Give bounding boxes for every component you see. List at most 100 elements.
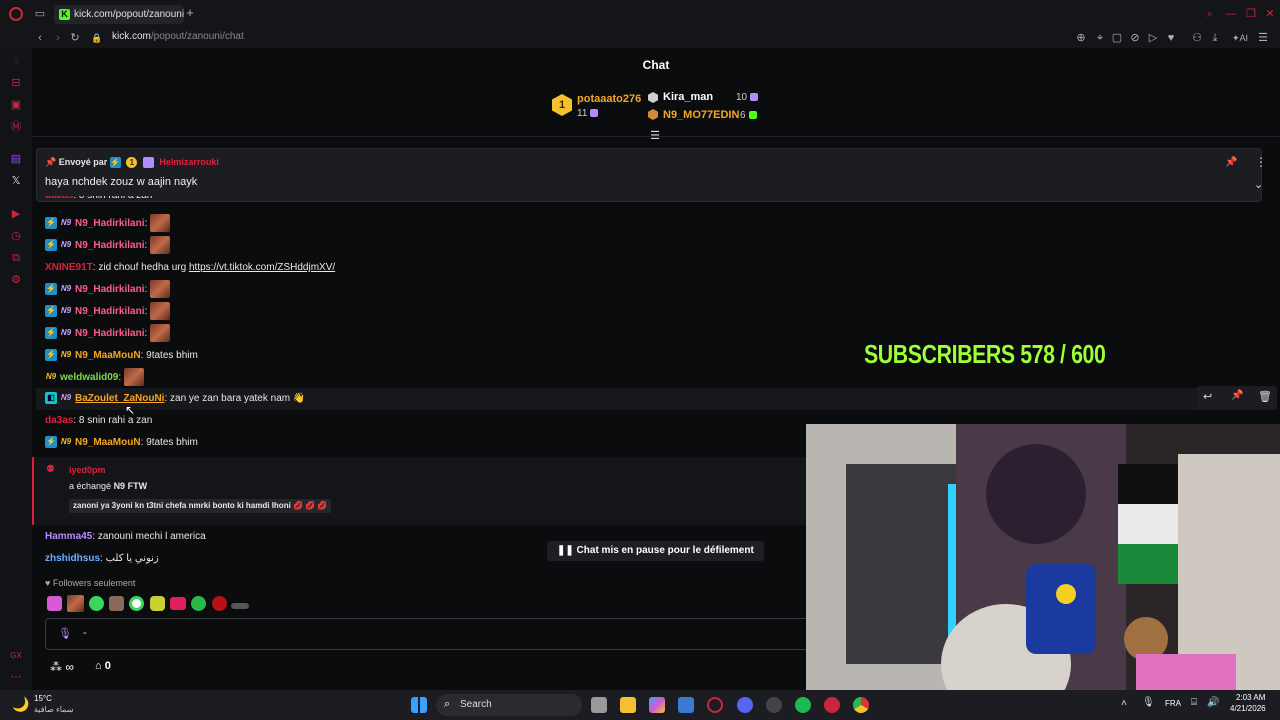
chat-input[interactable]: 🎙 - xyxy=(45,618,815,650)
play-icon[interactable]: ▷ xyxy=(1147,31,1159,45)
opera-icon[interactable] xyxy=(824,697,840,713)
leaderboard-third-name[interactable]: N9_MO77EDIN xyxy=(663,109,739,121)
store-button[interactable]: ⌂ 0 xyxy=(95,660,111,672)
chat-message[interactable]: ⚡ N9 N9_Hadirkilani: xyxy=(45,280,171,300)
username[interactable]: da3as xyxy=(45,415,73,426)
adblock-icon[interactable]: ⊘ xyxy=(1129,31,1141,45)
tab-overview-icon[interactable]: ▭ xyxy=(33,7,47,21)
aria-icon[interactable]: ◌ xyxy=(9,54,23,68)
maximize-button[interactable]: ❐ xyxy=(1244,7,1258,21)
more-icon[interactable]: ⋯ xyxy=(9,670,23,684)
steam-icon[interactable] xyxy=(766,697,782,713)
discord-icon[interactable] xyxy=(737,697,753,713)
leaderboard-second-name[interactable]: Kira_man xyxy=(663,91,713,103)
username[interactable]: weldwalid09 xyxy=(60,372,118,383)
chrome-icon[interactable] xyxy=(853,697,869,713)
search-tabs-icon[interactable]: ⌕ xyxy=(1203,7,1217,21)
username[interactable]: N9_Hadirkilani xyxy=(75,284,144,295)
mail-icon[interactable]: Ⓜ xyxy=(9,120,23,134)
emote-icon[interactable] xyxy=(150,596,165,611)
twitch-icon[interactable]: ▤ xyxy=(9,152,23,166)
back-icon[interactable]: ‹ xyxy=(34,31,46,45)
gx-icon[interactable]: GX xyxy=(9,649,23,663)
chat-message[interactable]: ⚡ N9 N9_MaaMouN: 9tates bhim xyxy=(45,433,198,453)
chat-message[interactable]: zhshidhsus: زنوني يا كلب xyxy=(45,549,159,569)
reply-icon[interactable]: ↩ xyxy=(1203,390,1212,403)
x-icon[interactable]: 𝕏 xyxy=(9,174,23,188)
minimize-button[interactable]: — xyxy=(1224,7,1238,21)
wallet-icon[interactable]: ⊟ xyxy=(9,76,23,90)
volume-icon[interactable]: 🔊 xyxy=(1207,697,1219,708)
username[interactable]: N9_Hadirkilani xyxy=(75,306,144,317)
emote-icon[interactable] xyxy=(109,596,124,611)
zoom-icon[interactable]: ⊕ xyxy=(1075,31,1087,45)
username[interactable]: N9_MaaMouN xyxy=(75,437,141,448)
spotify-icon[interactable] xyxy=(795,697,811,713)
username[interactable]: XNINE91T xyxy=(45,262,93,273)
opera-gx-icon[interactable] xyxy=(707,697,723,713)
username[interactable]: N9_Hadirkilani xyxy=(75,328,144,339)
chat-paused-button[interactable]: ❚❚ Chat mis en pause pour le défilement xyxy=(547,541,764,561)
pin-message-icon[interactable]: 📌 xyxy=(1231,390,1243,401)
tray-chevron-icon[interactable]: ˄ xyxy=(1121,698,1127,709)
emote-icon[interactable] xyxy=(170,597,186,610)
username[interactable]: BaZoulet_ZaNouNi xyxy=(75,393,164,404)
leaderboard-first-name[interactable]: potaaato276 xyxy=(577,93,641,105)
taskbar-search[interactable]: ⌕ Search xyxy=(436,694,582,716)
chat-message[interactable]: ◧ N9 BaZoulet_ZaNouNi: zan ye zan bara yat… xyxy=(45,389,305,409)
username[interactable]: N9_MaaMouN xyxy=(75,350,141,361)
reload-icon[interactable]: ↻ xyxy=(69,31,81,45)
pinned-sender[interactable]: Helmizarrouki xyxy=(159,157,219,167)
chat-message[interactable]: ⚡ N9 N9_Hadirkilani: xyxy=(45,302,171,322)
player-icon[interactable]: ▶ xyxy=(9,207,23,221)
username[interactable]: N9_Hadirkilani xyxy=(75,218,144,229)
clock-time[interactable]: 2:03 AM xyxy=(1236,693,1265,702)
emote-icon[interactable] xyxy=(212,596,227,611)
chevron-down-icon[interactable]: ⌄ xyxy=(1254,178,1263,191)
menu-icon[interactable]: ☰ xyxy=(1257,31,1269,45)
clock-date[interactable]: 4/21/2026 xyxy=(1230,704,1266,713)
snapshot-icon[interactable]: ▢ xyxy=(1111,31,1123,45)
opera-logo-icon[interactable] xyxy=(9,7,23,21)
heart-icon[interactable]: ♥ xyxy=(1165,31,1177,45)
username[interactable]: Hamma45 xyxy=(45,531,92,542)
pinned-message[interactable]: 📌 Envoyé par ⚡ 1 Helmizarrouki haya nchd… xyxy=(36,148,1267,202)
weather-widget[interactable]: 🌙 15°C سماء صافية xyxy=(12,693,92,717)
emote-icon[interactable] xyxy=(47,596,62,611)
extensions-icon[interactable]: ⧉ xyxy=(9,251,23,265)
microphone-icon[interactable]: 🎙 xyxy=(58,627,72,640)
pin-icon[interactable]: ⌖ xyxy=(1094,31,1106,45)
redeem-user[interactable]: iyed0pm xyxy=(69,465,106,475)
chat-message[interactable]: N9 weldwalid09: xyxy=(45,368,144,388)
profile-icon[interactable]: ⚇ xyxy=(1191,31,1203,45)
language-indicator[interactable]: FRA xyxy=(1165,699,1181,708)
emote-icon[interactable] xyxy=(129,596,144,611)
copilot-icon[interactable] xyxy=(649,697,665,713)
chat-message[interactable]: ⚡ N9 N9_Hadirkilani: xyxy=(45,236,171,256)
chat-message[interactable]: da3as: 8 snin rahi a zan xyxy=(45,411,152,431)
windows-start-icon[interactable] xyxy=(411,697,427,713)
forward-icon[interactable]: › xyxy=(52,31,64,45)
ai-button[interactable]: ✦AI xyxy=(1228,31,1252,45)
chat-message[interactable]: ⚡ N9 N9_Hadirkilani: xyxy=(45,324,171,344)
reward-redemption[interactable]: ⚉ iyed0pm a échangé N9 FTW zanoni ya 3yo… xyxy=(32,457,832,525)
chat-message[interactable]: XNINE91T: zid chouf hedha urg https://vt… xyxy=(45,258,335,278)
close-window-button[interactable]: ✕ xyxy=(1263,7,1277,21)
emote-icon[interactable] xyxy=(191,596,206,611)
store-icon[interactable] xyxy=(678,697,694,713)
mic-tray-icon[interactable]: 🎙 xyxy=(1142,697,1155,708)
file-explorer-icon[interactable] xyxy=(620,697,636,713)
history-icon[interactable]: ◷ xyxy=(9,229,23,243)
messenger-icon[interactable]: ▣ xyxy=(9,98,23,112)
emote-icon[interactable] xyxy=(231,603,249,609)
username[interactable]: zhshidhsus xyxy=(45,553,100,564)
message-link[interactable]: https://vt.tiktok.com/ZSHddjmXV/ xyxy=(189,262,335,273)
url-field[interactable]: kick.com/popout/zanouni/chat xyxy=(112,30,244,44)
chat-message[interactable]: Hamma45: zanouni mechi l america xyxy=(45,527,206,547)
download-icon[interactable]: ⤓ xyxy=(1209,31,1221,45)
network-icon[interactable]: ⌸ xyxy=(1191,697,1197,708)
emote-icon[interactable] xyxy=(67,595,84,612)
emote-icon[interactable] xyxy=(89,596,104,611)
delete-icon[interactable]: 🗑 xyxy=(1258,390,1272,403)
settings-icon[interactable]: ⚙ xyxy=(9,273,23,287)
